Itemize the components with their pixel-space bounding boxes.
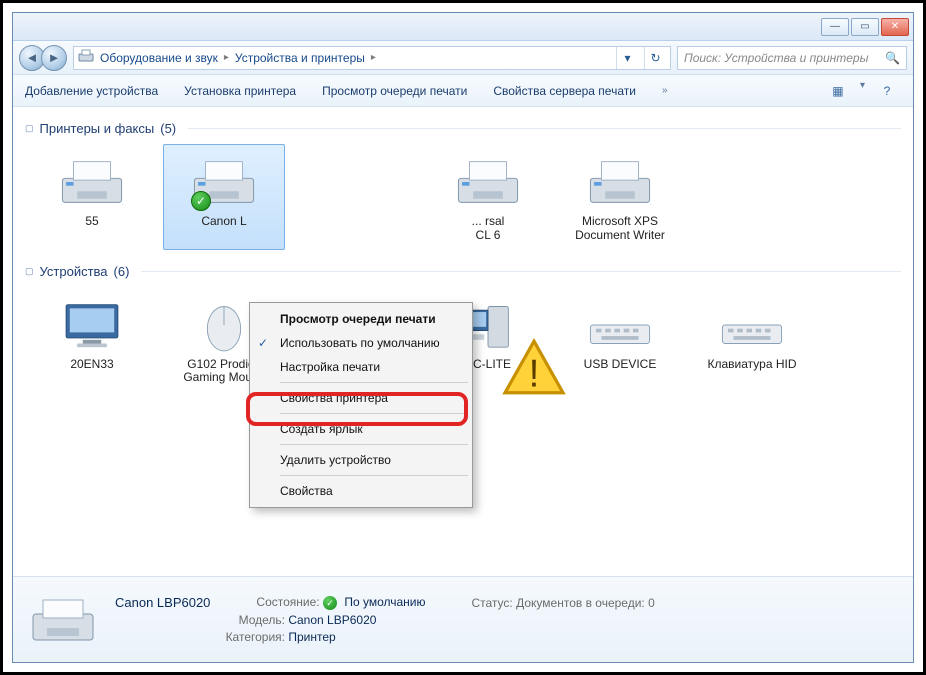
search-icon: 🔍 (885, 51, 900, 65)
toolbar-add-printer[interactable]: Установка принтера (184, 84, 296, 98)
status-key: Категория: (115, 630, 285, 644)
toolbar-overflow-button[interactable]: » (662, 85, 668, 96)
menu-item-label: Использовать по умолчанию (280, 336, 440, 350)
toolbar-server-props[interactable]: Свойства сервера печати (493, 84, 636, 98)
device-label: Клавиатура HID (708, 358, 797, 372)
status-value: Принтер (288, 630, 335, 644)
status-key: Модель: (115, 613, 285, 627)
chevron-right-icon: ▸ (224, 52, 229, 63)
explorer-window: — ▭ ✕ ◄ ► Оборудование и звук ▸ Устройст… (12, 12, 914, 663)
default-check-icon: ✓ (191, 191, 211, 211)
status-key: Состояние: (256, 595, 319, 609)
breadcrumb-item[interactable]: Устройства и принтеры (235, 51, 365, 65)
status-title: Canon LBP6020 (115, 595, 210, 610)
maximize-button[interactable]: ▭ (851, 18, 879, 36)
device-item[interactable]: 55 (31, 144, 153, 250)
status-value: Canon LBP6020 (288, 613, 376, 627)
view-mode-button[interactable]: ▦ (824, 80, 852, 102)
group-count: (5) (160, 121, 176, 136)
context-menu-item[interactable]: Настройка печати (252, 355, 470, 379)
chevron-down-icon: ▾ (860, 80, 865, 102)
context-menu-item[interactable]: ✓ Использовать по умолчанию (252, 331, 470, 355)
menu-item-label: Удалить устройство (280, 453, 391, 467)
collapse-icon: ▢ (25, 266, 34, 277)
device-label: 20EN33 (70, 358, 113, 372)
menu-item-label: Свойства (280, 484, 333, 498)
content-area: ▢ Принтеры и факсы (5) 55 ✓ Canon L ... rsa… (13, 107, 913, 576)
warning-icon: ! (497, 338, 517, 356)
toolbar-print-queue[interactable]: Просмотр очереди печати (322, 84, 467, 98)
group-title: Устройства (40, 264, 108, 279)
printer-icon: ✓ (185, 151, 263, 213)
close-button[interactable]: ✕ (881, 18, 909, 36)
group-header-printers[interactable]: ▢ Принтеры и факсы (5) (25, 121, 901, 136)
address-bar[interactable]: Оборудование и звук ▸ Устройства и принт… (73, 46, 671, 70)
titlebar: — ▭ ✕ (13, 13, 913, 41)
monitor-icon (53, 294, 131, 356)
context-menu-item[interactable]: Свойства (252, 479, 470, 503)
devices-printers-icon (78, 48, 94, 67)
device-label: USB DEVICE (584, 358, 657, 372)
context-menu-item[interactable]: Просмотр очереди печати (252, 307, 470, 331)
help-button[interactable]: ? (873, 80, 901, 102)
toolbar-add-device[interactable]: Добавление устройства (25, 84, 158, 98)
status-value: Документов в очереди: 0 (516, 596, 655, 610)
printer-icon (53, 151, 131, 213)
keyboard-icon (713, 294, 791, 356)
chevron-right-icon: ▸ (371, 52, 376, 63)
menu-separator (280, 475, 468, 476)
address-dropdown-button[interactable]: ▾ (616, 47, 638, 69)
menu-item-label: Свойства принтера (280, 391, 388, 405)
device-label: Microsoft XPS Document Writer (562, 215, 678, 243)
device-item[interactable]: Microsoft XPS Document Writer (559, 144, 681, 250)
check-icon: ✓ (323, 596, 337, 610)
toolbar: Добавление устройства Установка принтера… (13, 75, 913, 107)
collapse-icon: ▢ (25, 123, 34, 134)
status-value: По умолчанию (344, 595, 425, 609)
status-thumbnail (27, 590, 99, 650)
device-item[interactable]: 20EN33 (31, 287, 153, 393)
nav-forward-button[interactable]: ► (41, 45, 67, 71)
group-header-devices[interactable]: ▢ Устройства (6) (25, 264, 901, 279)
divider (188, 128, 901, 129)
device-item[interactable]: USB DEVICE (559, 287, 681, 393)
group-title: Принтеры и факсы (40, 121, 155, 136)
menu-separator (280, 444, 468, 445)
menu-separator (280, 382, 468, 383)
context-menu-item[interactable]: Свойства принтера (252, 386, 470, 410)
context-menu-item[interactable]: Удалить устройство (252, 448, 470, 472)
device-item[interactable]: ✓ Canon L (163, 144, 285, 250)
status-key: Статус: (471, 596, 512, 610)
keyboard-icon (581, 294, 659, 356)
printer_partial-icon (449, 151, 527, 213)
menu-item-label: Настройка печати (280, 360, 380, 374)
minimize-button[interactable]: — (821, 18, 849, 36)
menu-separator (280, 413, 468, 414)
printers-grid: 55 ✓ Canon L ... rsal CL 6 Microsoft XPS Doc… (25, 144, 901, 250)
menu-item-label: Просмотр очереди печати (280, 312, 436, 326)
printer-icon (581, 151, 659, 213)
statusbar: Canon LBP6020 Состояние: ✓ По умолчанию … (13, 576, 913, 662)
device-item[interactable]: Клавиатура HID (691, 287, 813, 393)
search-placeholder: Поиск: Устройства и принтеры (684, 51, 868, 65)
svg-text:!: ! (529, 352, 540, 395)
device-item[interactable]: ... rsal CL 6 (427, 144, 549, 250)
device-label: Canon L (201, 215, 246, 229)
menu-item-label: Создать ярлык (280, 422, 363, 436)
search-input[interactable]: Поиск: Устройства и принтеры 🔍 (677, 46, 907, 70)
context-menu-item[interactable]: Создать ярлык (252, 417, 470, 441)
device-label: ... rsal CL 6 (472, 215, 505, 243)
group-count: (6) (114, 264, 130, 279)
device-label: 55 (85, 215, 98, 229)
divider (141, 271, 901, 272)
breadcrumb-item[interactable]: Оборудование и звук (100, 51, 218, 65)
navbar: ◄ ► Оборудование и звук ▸ Устройства и п… (13, 41, 913, 75)
check-icon: ✓ (258, 336, 268, 350)
refresh-button[interactable]: ↻ (644, 47, 666, 69)
context-menu: Просмотр очереди печати ✓ Использовать по … (249, 302, 473, 508)
